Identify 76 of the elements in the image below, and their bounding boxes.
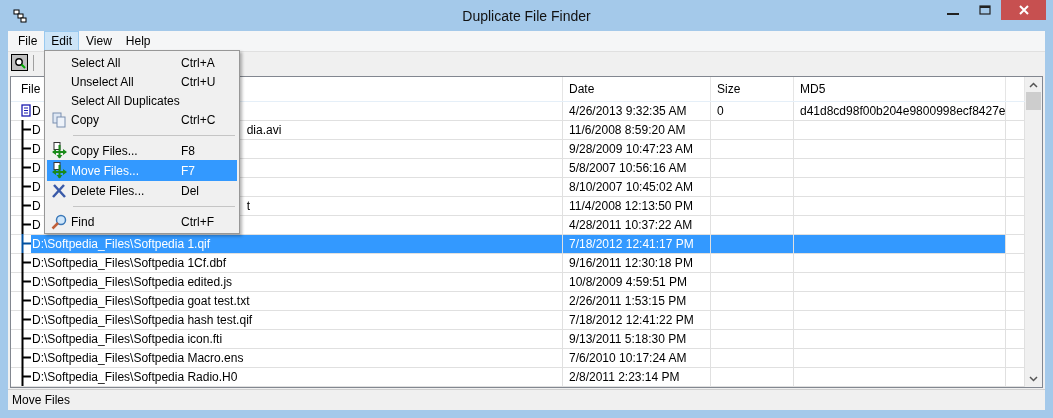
arrows-icon [50, 142, 68, 159]
tree-line-icon [21, 367, 31, 387]
scroll-thumb[interactable] [1026, 91, 1041, 110]
date-cell: 11/4/2008 12:13:50 PM [563, 196, 711, 216]
document-icon [21, 104, 31, 118]
tree-line-icon [21, 158, 31, 178]
tree-line-icon [21, 272, 31, 292]
app-icon [13, 8, 27, 23]
date-cell: 2/26/2011 1:53:15 PM [563, 291, 711, 311]
column-header[interactable]: Date [563, 76, 711, 101]
tree-line-icon [21, 120, 31, 140]
file-path[interactable]: D [31, 177, 43, 196]
date-cell: 5/8/2007 10:56:16 AM [563, 158, 711, 178]
menu-item[interactable]: Select All Ctrl+A [47, 53, 237, 72]
file-path[interactable]: D:\Softpedia_Files\Softpedia edited.js [31, 272, 235, 291]
date-cell: 9/13/2011 5:18:30 PM [563, 329, 711, 349]
file-path[interactable]: D:\Softpedia_Files\Softpedia Macro.ens [31, 348, 246, 367]
tree-line-icon [21, 310, 31, 330]
file-path[interactable]: D:\Softpedia_Files\Softpedia hash test.qif [31, 310, 255, 329]
date-cell: 4/28/2011 10:37:22 AM [563, 215, 711, 235]
date-cell: 10/8/2009 4:59:51 PM [563, 272, 711, 292]
date-cell: 2/8/2011 2:23:14 PM [563, 367, 711, 387]
close-button[interactable] [1001, 0, 1046, 20]
copy-icon [52, 111, 66, 128]
window-title: Duplicate File Finder [462, 7, 591, 24]
file-path[interactable]: D:\Softpedia_Files\Softpedia icon.fti [31, 329, 225, 348]
column-header[interactable]: MD5 [794, 76, 1006, 101]
minimize-icon [947, 13, 959, 15]
tree-line-icon [21, 177, 31, 197]
menu-item[interactable]: File [11, 31, 45, 51]
chevron-up-icon[interactable] [1029, 81, 1038, 88]
x-icon [52, 183, 66, 198]
menu-item[interactable]: Copy Files... F8 [47, 141, 237, 160]
tree-line-icon [21, 348, 31, 368]
file-path: t [246, 198, 250, 213]
file-path[interactable]: D:\Softpedia_Files\Softpedia goat test.txt [31, 291, 252, 310]
tree-line-icon [21, 196, 31, 216]
date-cell: 4/26/2013 9:32:35 AM [563, 101, 711, 121]
tree-line-icon [21, 234, 31, 254]
date-cell: 9/16/2011 12:30:18 PM [563, 253, 711, 273]
file-path[interactable]: D [31, 120, 43, 139]
file-path[interactable]: D [31, 158, 43, 177]
chevron-down-icon[interactable] [1029, 376, 1038, 383]
status-text: Move Files [12, 393, 70, 408]
search-button[interactable] [11, 54, 28, 72]
md5-cell: d41d8cd98f00b204e9800998ecf8427e [794, 101, 1006, 121]
date-cell: 11/6/2008 8:59:20 AM [563, 120, 711, 140]
scrollbar[interactable] [1025, 76, 1042, 388]
menu-item[interactable]: Edit [44, 31, 80, 51]
menu-item[interactable]: Help [118, 31, 158, 51]
maximize-icon [979, 5, 991, 15]
file-path[interactable]: D:\Softpedia_Files\Softpedia 1Cf.dbf [31, 253, 229, 272]
menu-item[interactable]: Delete Files... Del [47, 181, 237, 200]
date-cell: 7/18/2012 12:41:22 PM [563, 310, 711, 330]
menu-item[interactable]: Copy Ctrl+C [47, 110, 237, 129]
tree-line-icon [21, 329, 31, 349]
file-path[interactable]: D [31, 196, 43, 215]
size-cell: 0 [711, 101, 794, 121]
date-cell: 7/6/2010 10:17:24 AM [563, 348, 711, 368]
magnifier-icon [51, 213, 67, 230]
date-cell: 9/28/2009 10:47:23 AM [563, 139, 711, 159]
tree-line-icon [21, 291, 31, 311]
arrows-icon [50, 162, 68, 179]
file-path[interactable]: D [31, 101, 43, 120]
menu-item[interactable]: View [79, 31, 119, 51]
column-header[interactable]: Size [711, 76, 794, 101]
tree-line-icon [21, 215, 31, 235]
date-cell: 8/10/2007 10:45:02 AM [563, 177, 711, 197]
menu-item[interactable]: Find Ctrl+F [47, 212, 237, 231]
tree-line-icon [21, 139, 31, 159]
file-path: dia.avi [246, 122, 282, 137]
tree-line-icon [21, 253, 31, 273]
file-path[interactable]: D:\Softpedia_Files\Softpedia Radio.H0 [31, 367, 240, 386]
file-path[interactable]: D [31, 215, 43, 234]
file-path[interactable]: D [31, 139, 43, 158]
close-icon [1018, 5, 1029, 15]
